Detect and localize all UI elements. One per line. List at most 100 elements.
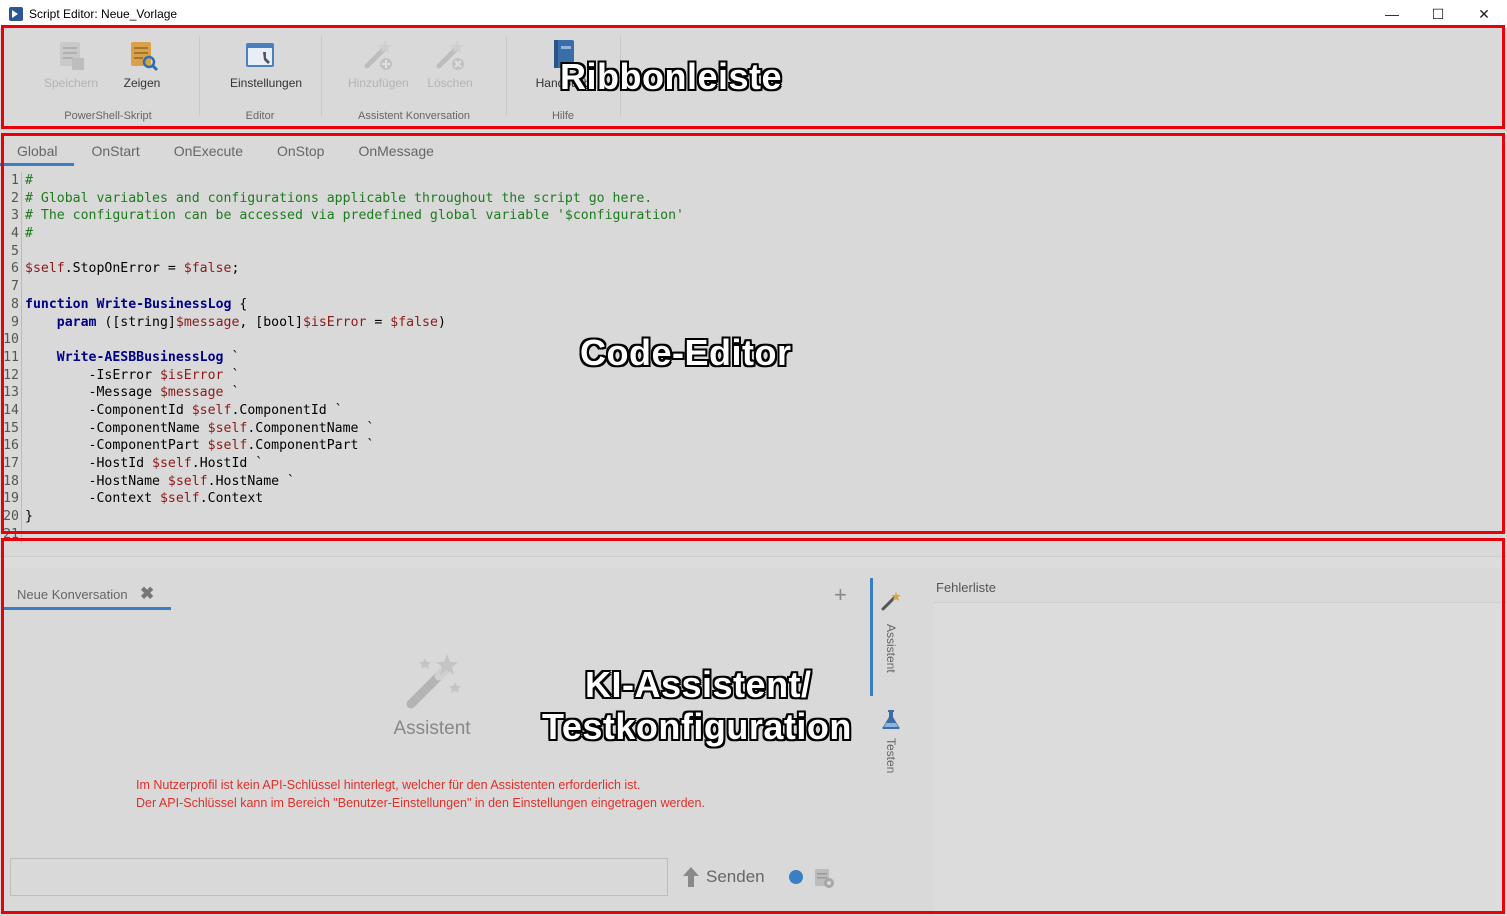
settings-button[interactable]: Einstellungen [230,38,303,90]
conversation-tab-label: Neue Konversation [17,587,128,602]
show-button[interactable]: Zeigen [112,38,172,90]
api-key-warning-line: Der API-Schlüssel kann im Bereich "Benut… [136,796,705,810]
line-number: 4 [0,225,22,243]
line-number: 18 [0,472,22,491]
ribbon-group-editor: Einstellungen Editor [210,34,310,124]
tab-onmessage[interactable]: OnMessage [341,136,450,166]
line-number: 10 [0,331,22,349]
assistant-center-label: Assistent [393,718,471,739]
side-tab-assistant[interactable]: Assistent [876,578,910,696]
line-number: 16 [0,437,22,455]
line-number: 7 [0,278,22,296]
ribbon-group-powershell-script: Speichern Zeigen PowerShell-Skript [38,34,178,124]
line-number: 17 [0,455,22,473]
line-number: 15 [0,419,22,438]
code-line: 20} [0,508,1507,526]
conversation-tab[interactable]: Neue Konversation ✖ [3,584,171,610]
error-list-title: Fehlerliste [936,580,996,595]
settings-script-icon[interactable] [812,866,836,890]
add-wand-icon [361,38,395,72]
ribbon-separator [321,36,322,116]
maximize-button[interactable]: ☐ [1415,0,1461,28]
tab-onstart[interactable]: OnStart [74,136,156,166]
settings-button-label: Einstellungen [230,76,303,90]
delete-wand-icon [433,38,467,72]
api-key-warning: Im Nutzerprofil ist kein API-Schlüssel h… [136,776,705,812]
add-conversation-icon[interactable]: + [834,582,847,608]
tab-onstop[interactable]: OnStop [260,136,341,166]
side-tab-testen-label: Testen [884,738,898,774]
status-indicator-icon [789,870,803,884]
ribbon-group-label: Hilfe [551,110,574,122]
save-button[interactable]: Speichern [41,38,101,90]
arrow-up-icon [682,866,700,888]
assistant-annotation-line2: Testkonfiguration [542,706,852,747]
wand-icon [880,590,902,612]
tab-onexecute[interactable]: OnExecute [157,136,260,166]
code-line: 13 -Message $message ` [0,384,1507,402]
show-script-icon [125,38,159,72]
window-title: Script Editor: Neue_Vorlage [29,7,178,21]
line-number: 20 [0,508,22,526]
error-list [934,602,1507,916]
line-number: 14 [0,401,22,420]
line-number: 21 [0,525,22,544]
code-line: 4 # [0,225,1507,243]
save-script-icon [54,38,88,72]
add-conversation-label: Hinzufügen [348,76,409,90]
flask-icon [880,708,902,730]
line-number: 6 [0,260,22,279]
line-number: 3 [0,207,22,226]
minimize-button[interactable]: — [1369,0,1415,28]
ribbon-group-label: Editor [245,110,275,122]
delete-conversation-label: Löschen [427,76,473,90]
line-number: 13 [0,384,22,402]
ribbon-group-label: Assistent Konversation [358,110,470,122]
add-conversation-button[interactable]: Hinzufügen [348,38,409,90]
delete-conversation-button[interactable]: Löschen [420,38,480,90]
message-input[interactable] [10,858,668,896]
ribbon-group-label: PowerShell-Skript [64,110,152,122]
code-editor-annotation: Code-Editor [580,332,792,373]
script-editor-window: Script Editor: Neue_Vorlage — ☐ ✕ Speich… [0,0,1507,916]
code-line: 9 param ([string] $message, [bool] $isErro… [0,313,1507,332]
code-line: 14 -ComponentId $self .ComponentId ` [0,401,1507,420]
api-key-warning-line: Im Nutzerprofil ist kein API-Schlüssel h… [136,778,641,792]
save-button-label: Speichern [43,76,99,90]
code-line: 2 # Global variables and configurations a… [0,189,1507,208]
code-line: 8 function Write-BusinessLog { [0,295,1507,314]
ribbon-annotation: Ribbonleiste [560,56,783,97]
tab-global[interactable]: Global [0,136,75,166]
line-number: 11 [0,348,22,367]
code-line: 5 [0,242,1507,261]
window-controls: — ☐ ✕ [1369,0,1507,28]
code-line: 3 # The configuration can be accessed via… [0,207,1507,226]
line-number: 19 [0,490,22,509]
powershell-app-icon [9,7,23,21]
error-list-panel: Fehlerliste [934,576,1507,916]
editor-tabs: Global OnStart OnExecute OnStop OnMessag… [0,136,451,168]
line-number: 8 [0,295,22,314]
code-line: 17 -HostId $self .HostId ` [0,455,1507,473]
code-line: 18 -HostName $self .HostName ` [0,472,1507,491]
editor-horizontal-scrollbar[interactable] [0,556,1507,568]
assistant-annotation-line1: KI-Assistent/ [585,664,812,705]
side-tab-assistant-label: Assistent [884,624,898,673]
close-tab-icon[interactable]: ✖ [140,584,154,604]
settings-icon [243,38,277,72]
line-number: 12 [0,366,22,385]
ribbon-group-assistant-conversation: Hinzufügen Löschen Assistent Konversatio… [336,34,492,124]
line-number: 1 [0,172,22,190]
send-button[interactable]: Senden [682,866,765,888]
ribbon-separator [199,36,200,116]
close-window-button[interactable]: ✕ [1461,0,1507,28]
side-tab-testen[interactable]: Testen [876,706,910,796]
code-line: 19 -Context $self .Context [0,490,1507,509]
assistant-placeholder: Assistent [380,650,484,740]
line-number: 2 [0,189,22,208]
ribbon-separator [506,36,507,116]
line-number: 9 [0,313,22,332]
send-label: Senden [706,867,765,886]
code-line: 16 -ComponentPart $self .ComponentPart ` [0,437,1507,455]
magic-wand-icon [399,650,465,712]
